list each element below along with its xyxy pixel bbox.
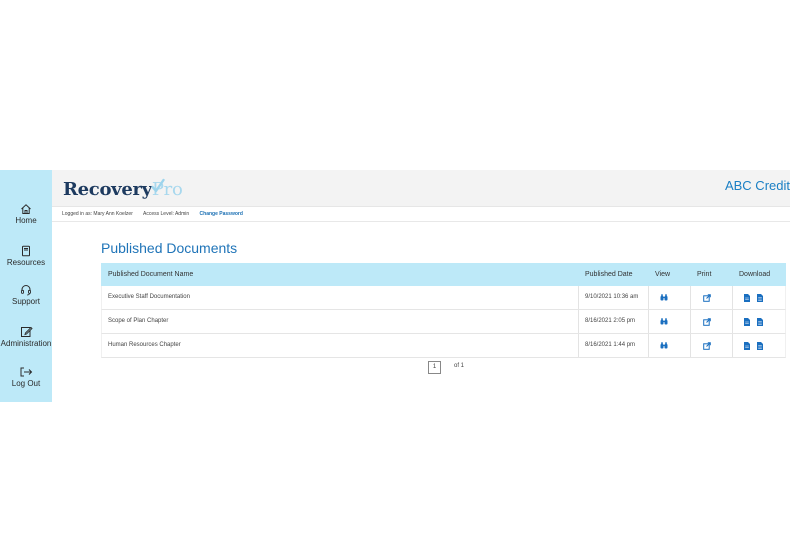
sidebar-item-label: Home <box>15 216 37 225</box>
download-doc-icon[interactable] <box>757 318 763 326</box>
headset-icon <box>21 285 31 296</box>
download-doc-icon[interactable] <box>757 342 763 350</box>
logged-in-user: Logged in as: Mary Ann Koelzer <box>62 211 133 217</box>
column-divider <box>732 334 733 357</box>
top-header: RecoveryPro ABC Credit <box>52 170 790 207</box>
column-header-name[interactable]: Published Document Name <box>108 263 193 286</box>
download-doc-icon[interactable] <box>757 294 763 302</box>
table-row: Human Resources Chapter 8/16/2021 1:44 p… <box>101 334 786 358</box>
sidebar-item-label: Resources <box>6 258 46 267</box>
print-external-link-icon[interactable] <box>703 294 711 302</box>
download-pdf-icon[interactable] <box>744 318 750 326</box>
document-date: 8/16/2021 1:44 pm <box>585 342 636 348</box>
sidebar-item-administration[interactable]: Administration <box>0 325 52 348</box>
column-divider <box>690 286 691 309</box>
view-binoculars-icon[interactable] <box>660 342 668 349</box>
column-divider <box>648 286 649 309</box>
access-level: Access Level: Admin <box>143 211 190 217</box>
document-name[interactable]: Executive Staff Documentation <box>108 286 190 309</box>
documents-table: Published Document Name Published Date V… <box>101 263 786 358</box>
column-divider <box>578 334 579 357</box>
table-header: Published Document Name Published Date V… <box>101 263 786 286</box>
user-info-bar: Logged in as: Mary Ann Koelzer Access Le… <box>62 211 252 217</box>
page-title: Published Documents <box>101 240 238 256</box>
book-icon <box>22 245 30 257</box>
checkmark-icon <box>151 178 165 193</box>
change-password-link[interactable]: Change Password <box>200 211 243 217</box>
logout-icon <box>20 367 33 377</box>
sidebar-item-label: Log Out <box>11 379 41 388</box>
print-external-link-icon[interactable] <box>703 342 711 350</box>
sidebar-item-label: Support <box>11 297 41 306</box>
column-divider <box>648 310 649 333</box>
home-icon <box>21 204 31 214</box>
column-divider <box>732 286 733 309</box>
page-total: of 1 <box>454 363 465 369</box>
print-external-link-icon[interactable] <box>703 318 711 326</box>
view-binoculars-icon[interactable] <box>660 318 668 325</box>
table-row: Executive Staff Documentation 9/10/2021 … <box>101 286 786 310</box>
column-header-date[interactable]: Published Date <box>585 263 632 286</box>
document-name[interactable]: Scope of Plan Chapter <box>108 310 168 333</box>
sidebar-item-label: Administration <box>0 339 52 348</box>
download-pdf-icon[interactable] <box>744 342 750 350</box>
view-binoculars-icon[interactable] <box>660 294 668 301</box>
column-divider <box>690 334 691 357</box>
company-name: ABC Credit <box>724 178 790 193</box>
sidebar: Home Resources Support Administration Lo… <box>0 170 52 402</box>
page-number-input[interactable]: 1 <box>428 361 441 374</box>
column-header-view: View <box>655 271 671 278</box>
column-header-download: Download <box>739 271 771 278</box>
column-divider <box>732 310 733 333</box>
column-divider <box>690 310 691 333</box>
sidebar-item-logout[interactable]: Log Out <box>0 366 52 388</box>
document-name[interactable]: Human Resources Chapter <box>108 334 181 357</box>
document-date: 9/10/2021 10:36 am <box>585 294 639 300</box>
sidebar-item-resources[interactable]: Resources <box>0 245 52 267</box>
table-row: Scope of Plan Chapter 8/16/2021 2:05 pm <box>101 310 786 334</box>
sidebar-item-home[interactable]: Home <box>0 203 52 225</box>
column-divider <box>578 286 579 309</box>
logo-text: Recovery <box>63 179 152 200</box>
sidebar-item-support[interactable]: Support <box>0 284 52 306</box>
divider <box>52 221 790 222</box>
app-logo[interactable]: RecoveryPro <box>63 178 183 200</box>
column-header-print: Print <box>697 271 712 278</box>
document-date: 8/16/2021 2:05 pm <box>585 318 636 324</box>
column-divider <box>648 334 649 357</box>
download-pdf-icon[interactable] <box>744 294 750 302</box>
column-divider <box>578 310 579 333</box>
edit-icon <box>20 326 33 337</box>
